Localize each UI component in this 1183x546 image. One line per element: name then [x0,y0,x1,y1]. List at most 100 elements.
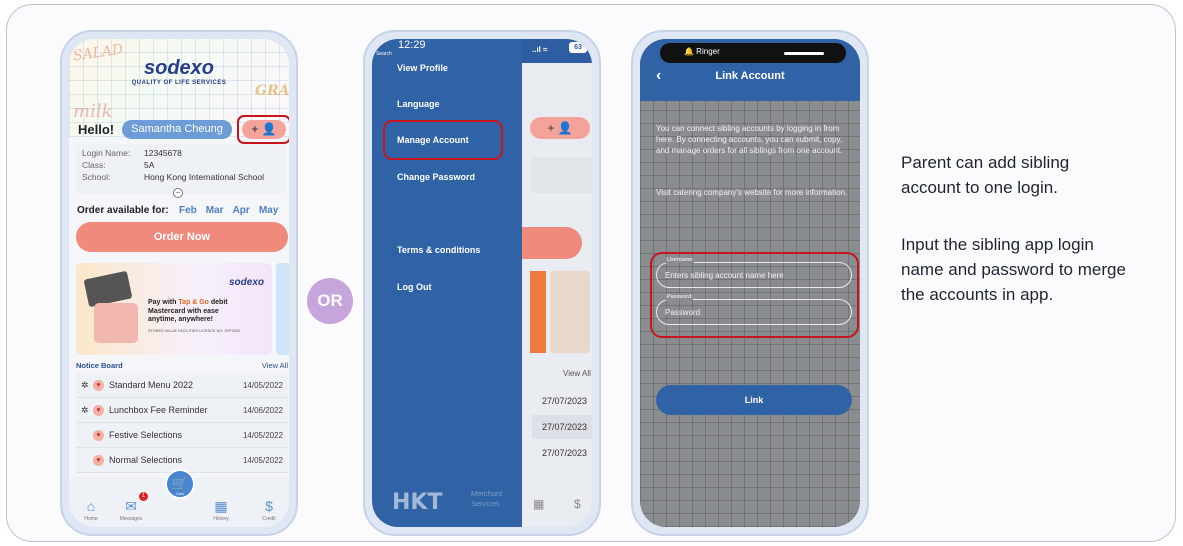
menu-icon: ♥ [93,454,104,466]
pin-icon: ✲ [81,404,89,415]
notice-date: 14/06/2022 [242,405,283,415]
menu-icon: ♥ [93,429,104,441]
next-banner-peek[interactable] [276,263,289,355]
caption-line: account to one login. [901,178,1058,197]
menu-icon: ♥ [93,379,104,391]
info-value: Hong Kong International School [144,172,265,182]
message-badge: 1 [139,492,148,501]
tab-credit[interactable]: $ Credit [249,499,289,522]
banner-text-part: anytime, anywhere! [148,316,213,323]
info-value: 12345678 [144,148,182,158]
promo-banner[interactable]: sodexo Pay with Tap & Go debit Mastercar… [76,263,272,355]
notice-item[interactable]: ✲ ♥ Lunchbox Fee Reminder 14/06/2022 [76,398,288,423]
month-may[interactable]: May [259,205,278,216]
order-now-button[interactable]: Order Now [76,222,288,252]
hkt-logo: HKT [392,490,443,515]
signal-icon: ..ıl ≈ [532,45,548,54]
banner-text-part: Mastercard with ease [148,307,219,315]
view-all-link[interactable]: View All [262,361,288,370]
month-apr[interactable]: Apr [233,205,250,216]
info-row-class: Class: 5A [82,159,280,171]
notice-date: 14/05/2022 [242,380,283,390]
calendar-icon: ▦ [214,498,228,514]
sodexo-logo: sodexo QUALITY OF LIFE SERVICES [69,57,289,86]
card-image [83,270,133,308]
status-search: Search [376,51,392,57]
tab-label: History [213,516,229,522]
greeting-row: Hello! Samantha Cheung + 👤 [76,115,289,144]
banner-text-part: debit [208,299,228,306]
notice-board-header: Notice Board View All [76,361,288,370]
website-note: Visit catering company's website for mor… [656,188,848,197]
date-row-behind: 27/07/2023 [542,448,588,458]
banner-logo: sodexo [228,277,264,288]
menu-change-password[interactable]: Change Password [397,172,475,182]
home-icon: ⌂ [86,498,96,514]
date-row-behind: 27/07/2023 [532,415,592,439]
info-value: 5A [144,160,155,170]
battery-icon: 63 [569,42,587,53]
menu-terms[interactable]: Terms & conditions [397,245,480,255]
collapse-icon[interactable]: − [173,188,183,198]
notice-item[interactable]: ✲ ♥ Standard Menu 2022 14/05/2022 [76,373,288,398]
notice-title: Lunchbox Fee Reminder [109,405,208,415]
notice-item[interactable]: ♥ Festive Selections 14/05/2022 [76,423,288,448]
cart-label: Cart [176,491,184,496]
menu-icon: ♥ [93,404,104,416]
ringer-status: 🔔 Ringer [684,47,720,56]
caption-line: Parent can add sibling [901,153,1070,172]
caption-merge: Input the sibling app login name and pas… [901,232,1126,307]
caption-line: Input the sibling app login [901,235,1094,254]
month-list: Feb Mar Apr May [179,205,278,216]
message-icon: ✉ [125,498,137,514]
menu-language[interactable]: Language [397,99,440,109]
tab-messages[interactable]: ✉ Messages [111,499,151,522]
notice-title: Normal Selections [109,455,183,465]
phone-drawer-screen: + 👤 View All 27/07/2023 27/07/2023 27/07… [363,30,601,536]
notice-title: Standard Menu 2022 [109,380,194,390]
banner-text-part: Pay with [148,299,179,306]
user-name-selector[interactable]: Samantha Cheung [122,120,232,139]
highlight-add-sibling [237,115,289,144]
status-time: 12:29 [398,39,426,51]
highlight-manage-account [383,120,503,160]
home-screen: SALAD milk GRAP sodexo QUALITY OF LIFE S… [69,39,289,527]
info-row-login: Login Name: 12345678 [82,147,280,159]
tab-label: Credit [262,516,276,522]
notice-title: Festive Selections [109,430,183,440]
banner-highlight: Tap & Go [178,299,209,306]
link-description: You can connect sibling accounts by logg… [656,124,843,155]
tab-history[interactable]: ▦ History [201,499,241,522]
cart-button[interactable]: 🛒 Cart [165,469,195,499]
or-bubble: OR [307,278,353,324]
info-row-school: School: Hong Kong International School [82,171,280,183]
link-button[interactable]: Link [656,385,852,415]
notice-list: ✲ ♥ Standard Menu 2022 14/05/2022 ✲ ♥ Lunchbo… [76,373,288,473]
calendar-icon: ▦ [533,497,545,511]
info-key: Login Name: [82,148,131,158]
add-sibling-button-behind: + 👤 [530,117,590,139]
caption-line: the accounts in app. [901,285,1054,304]
caption-line: name and password to merge [901,260,1126,279]
dollar-icon: $ [265,498,273,514]
phone-home-screen: SALAD milk GRAP sodexo QUALITY OF LIFE S… [60,30,298,536]
caption-sibling: Parent can add sibling account to one lo… [901,150,1069,200]
order-button-behind [522,227,582,259]
student-info: Login Name: 12345678 Class: 5A School: Hong… [76,144,286,194]
banner-photo-behind [550,271,590,353]
phone-image [94,303,138,343]
notice-date: 14/05/2022 [242,430,283,440]
side-drawer: 12:29 Search View Profile Language Manag… [372,39,522,527]
menu-log-out[interactable]: Log Out [397,282,432,292]
banner-behind [530,271,546,353]
link-account-screen: ‹ Link Account 🔔 Ringer You can connect … [640,39,860,527]
brand-name: sodexo [143,57,215,79]
info-key: Class: [82,160,106,170]
hello-label: Hello! [78,122,115,137]
highlight-credentials [650,252,859,338]
month-feb[interactable]: Feb [179,205,197,216]
menu-view-profile[interactable]: View Profile [397,63,448,73]
cart-icon: 🛒 [171,476,189,491]
month-mar[interactable]: Mar [206,205,224,216]
tab-home[interactable]: ⌂ Home [71,499,111,522]
